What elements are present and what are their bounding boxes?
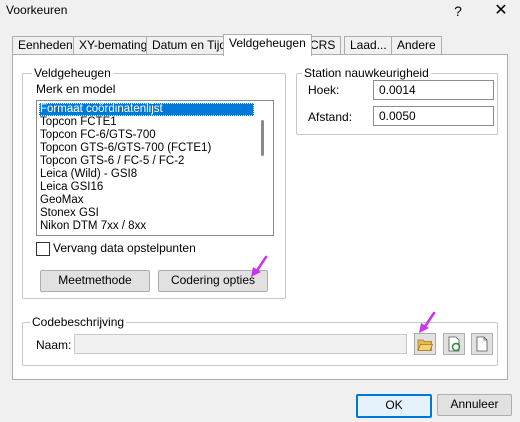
title-bar: Voorkeuren ? ✕ xyxy=(0,0,520,22)
model-label: Merk en model xyxy=(36,82,116,96)
tab-laad[interactable]: Laad... xyxy=(344,36,393,55)
codebeschrijving-group-label: Codebeschrijving xyxy=(30,315,127,329)
window-title: Voorkeuren xyxy=(6,3,68,17)
tab-veldgeheugen[interactable]: Veldgeheugen xyxy=(223,34,312,56)
list-item[interactable]: Leica (Wild) - GSI8 xyxy=(40,168,137,181)
tab-andere[interactable]: Andere xyxy=(391,36,442,55)
annotation-arrow-icon xyxy=(251,255,268,277)
hoek-input[interactable]: 0.0014 xyxy=(373,80,494,100)
annotation-arrow-icon xyxy=(419,311,436,333)
afstand-input[interactable]: 0.0050 xyxy=(373,106,494,126)
list-item[interactable]: Nikon DTM 7xx / 8xx xyxy=(40,220,146,233)
list-item[interactable]: Topcon FCTE1 xyxy=(40,116,117,129)
afstand-label: Afstand: xyxy=(308,110,353,124)
open-folder-button[interactable] xyxy=(414,333,436,355)
list-item[interactable]: Formaat coördinatenlijst xyxy=(39,103,254,116)
list-item[interactable]: Topcon GTS-6/GTS-700 (FCTE1) xyxy=(40,142,211,155)
replace-checkbox[interactable] xyxy=(36,242,50,256)
refresh-document-icon xyxy=(448,336,461,352)
close-button[interactable]: ✕ xyxy=(486,1,516,21)
list-item[interactable]: Topcon FC-6/GTS-700 xyxy=(40,129,156,142)
list-item[interactable]: Leica GSI16 xyxy=(40,181,103,194)
station-group-label: Station nauwkeurigheid xyxy=(302,66,431,80)
replace-checkbox-label: Vervang data opstelpunten xyxy=(53,241,196,255)
naam-label: Naam: xyxy=(36,338,72,352)
meetmethode-button[interactable]: Meetmethode xyxy=(40,270,150,292)
list-item[interactable]: GeoMax xyxy=(40,194,83,207)
refresh-document-button[interactable] xyxy=(443,333,465,355)
tab-xy-bemating[interactable]: XY-bemating xyxy=(73,36,154,55)
new-document-icon xyxy=(476,336,488,352)
tab-datum-en-tijd[interactable]: Datum en Tijd xyxy=(146,36,233,55)
hoek-label: Hoek: xyxy=(308,83,340,97)
open-folder-icon xyxy=(417,339,434,351)
ok-button[interactable]: OK xyxy=(356,394,432,418)
model-listbox[interactable]: Formaat coördinatenlijst Topcon FCTE1 To… xyxy=(36,100,274,236)
list-item[interactable]: Stonex GSI xyxy=(40,207,99,220)
list-item[interactable]: Topcon GTS-6 / FC-5 / FC-2 xyxy=(40,155,184,168)
veldgeheugen-group-label: Veldgeheugen xyxy=(32,66,113,80)
tab-eenheden[interactable]: Eenheden xyxy=(12,36,79,55)
help-button[interactable]: ? xyxy=(446,1,470,21)
scrollbar-thumb[interactable] xyxy=(261,120,264,156)
list-scrollbar[interactable] xyxy=(254,102,271,234)
cancel-button[interactable]: Annuleer xyxy=(437,394,512,416)
naam-input[interactable] xyxy=(74,334,407,354)
new-document-button[interactable] xyxy=(471,333,493,355)
